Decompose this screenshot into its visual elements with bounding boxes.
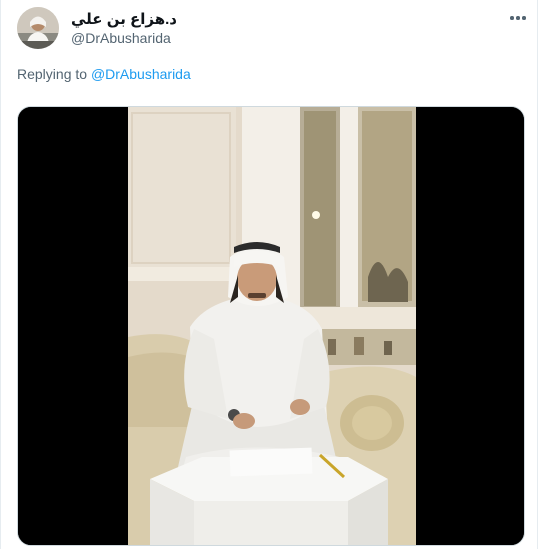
replying-prefix: Replying to bbox=[17, 66, 88, 82]
replying-to-line: Replying to @DrAbusharida bbox=[17, 66, 191, 82]
author-avatar[interactable] bbox=[17, 7, 59, 49]
tweet-container: د.هزاع بن علي @DrAbusharida Replying to … bbox=[0, 0, 538, 549]
video-frame-image bbox=[18, 107, 524, 545]
more-icon[interactable] bbox=[507, 9, 529, 27]
author-handle[interactable]: @DrAbusharida bbox=[71, 30, 171, 46]
author-name[interactable]: د.هزاع بن علي bbox=[71, 10, 177, 28]
replying-to-link[interactable]: @DrAbusharida bbox=[91, 66, 191, 82]
video-media[interactable] bbox=[17, 106, 525, 546]
